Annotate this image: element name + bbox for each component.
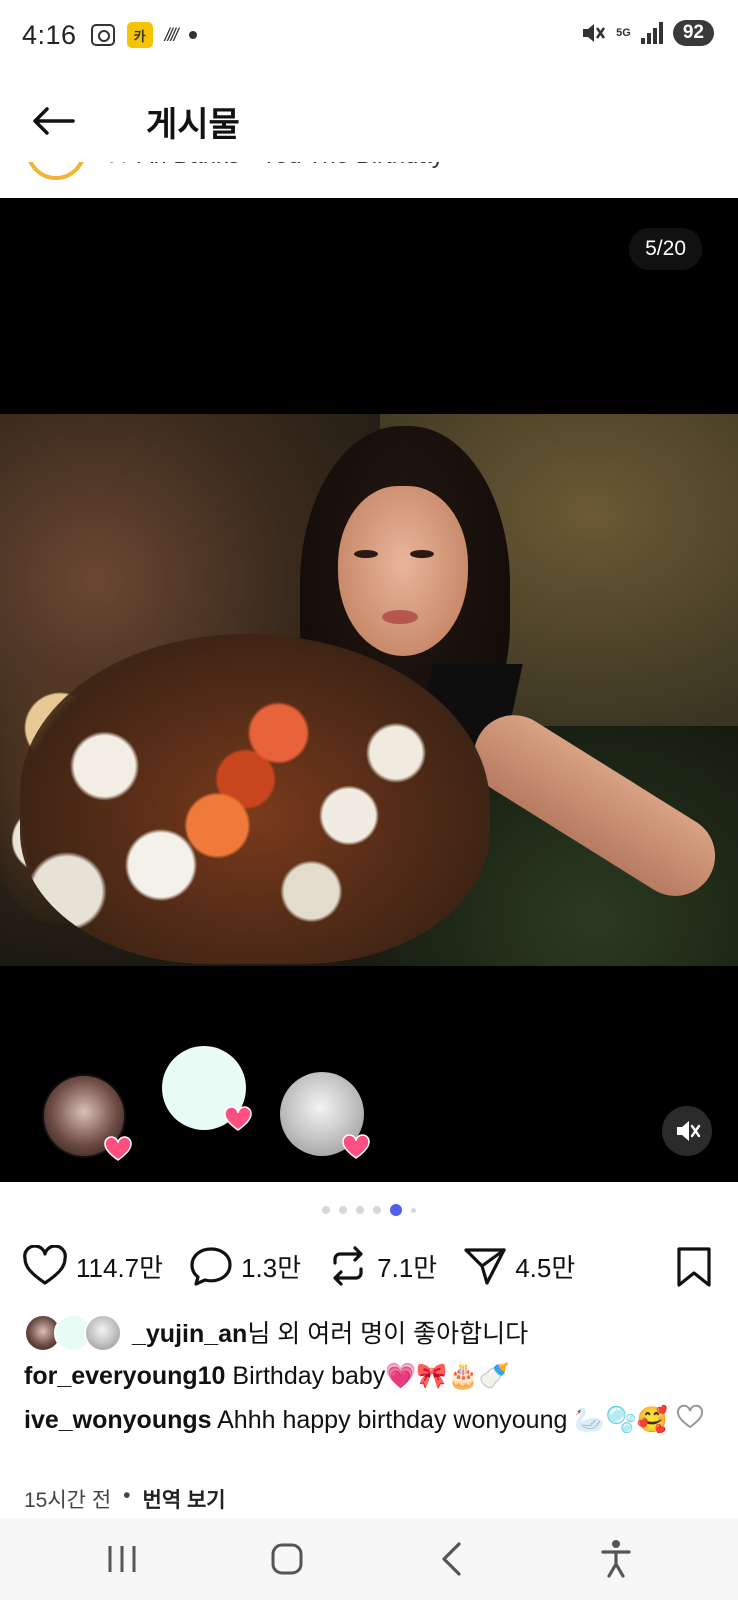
photo-eye-left (354, 550, 378, 558)
heart-outline-icon (23, 1245, 67, 1285)
comment-bubble-icon (190, 1247, 232, 1286)
app-notification-icon: 카 (126, 22, 153, 48)
mute-icon (583, 24, 606, 42)
system-nav-bar (0, 1518, 738, 1600)
accessibility-icon (601, 1540, 631, 1578)
like-count: 114.7만 (76, 1252, 164, 1283)
carousel-dots (0, 1202, 738, 1218)
liked-by-user[interactable]: _yujin_an (132, 1320, 247, 1348)
heart-badge-icon (104, 1136, 132, 1161)
liked-by-text: _yujin_an님 외 여러 명이 좋아합니다 (132, 1314, 528, 1350)
back-button[interactable] (8, 80, 98, 162)
recent-apps-button[interactable] (92, 1529, 152, 1589)
recent-apps-icon (108, 1546, 136, 1572)
comment-count: 1.3만 (241, 1252, 302, 1283)
comment-user[interactable]: for_everyoung10 (24, 1362, 225, 1390)
save-button[interactable] (676, 1246, 712, 1293)
comment-button[interactable]: 1.3만 (189, 1245, 301, 1287)
carousel-dot (322, 1206, 330, 1214)
repost-icon (333, 1246, 363, 1286)
post-media[interactable]: 5/20 (0, 198, 738, 1182)
meta-separator: • (123, 1484, 131, 1507)
volume-off-icon (677, 1121, 701, 1141)
share-button[interactable]: 4.5만 (463, 1245, 575, 1287)
chevron-left-icon (442, 1542, 461, 1576)
post-photo[interactable] (0, 414, 738, 966)
translate-link[interactable]: 번역 보기 (143, 1484, 226, 1514)
carousel-dot (373, 1206, 381, 1214)
liked-by-avatars (24, 1312, 124, 1352)
media-counter: 5/20 (629, 228, 702, 270)
carousel-dot (339, 1206, 347, 1214)
data-saver-icon: //// (164, 24, 179, 45)
home-icon (271, 1543, 303, 1575)
repost-button[interactable]: 7.1만 (327, 1245, 437, 1287)
like-button[interactable]: 114.7만 (22, 1245, 163, 1287)
status-bar: 4:16 카 //// 5G 92 (0, 0, 738, 70)
page-title: 게시물 (146, 105, 240, 144)
liked-by-row[interactable]: _yujin_an님 외 여러 명이 좋아합니다 (24, 1310, 528, 1354)
comment-item: ive_wonyoungs Ahhh happy birthday wonyou… (24, 1402, 674, 1438)
screenshot-icon (90, 24, 115, 46)
signal-icon (640, 22, 663, 44)
heart-badge-icon (342, 1134, 370, 1159)
send-icon (464, 1248, 506, 1285)
comment-like-icon[interactable] (676, 1404, 704, 1430)
status-left-icons: 카 //// (90, 22, 197, 48)
carousel-dot (356, 1206, 364, 1214)
photo-lips (382, 610, 418, 624)
comment-user[interactable]: ive_wonyoungs (24, 1406, 212, 1434)
photo-eye-right (410, 550, 434, 558)
system-back-button[interactable] (421, 1529, 481, 1589)
status-time: 4:16 (22, 19, 77, 50)
post-time: 15시간 전 (24, 1489, 112, 1512)
liked-by-suffix: 님 외 여러 명이 좋아합니다 (247, 1320, 529, 1348)
photo-face (338, 486, 468, 656)
home-button[interactable] (257, 1529, 317, 1589)
carousel-dot (411, 1207, 416, 1213)
heart-badge-icon (224, 1106, 252, 1131)
action-bar: 114.7만 1.3만 7.1만 4.5만 (0, 1236, 738, 1296)
arrow-left-icon (33, 107, 75, 135)
avatar (84, 1314, 122, 1352)
comment-item: for_everyoung10 Birthday baby💗🎀🎂🍼 (24, 1358, 674, 1394)
post-meta: 15시간 전 • 번역 보기 (24, 1484, 226, 1518)
share-count: 4.5만 (515, 1252, 576, 1283)
app-header: 게시물 (0, 80, 738, 162)
carousel-dot-active (390, 1204, 402, 1216)
bookmark-icon (677, 1247, 711, 1287)
mute-toggle-button[interactable] (662, 1106, 712, 1156)
tagged-avatars (0, 1038, 738, 1168)
status-right-icons: 5G 92 (580, 20, 714, 46)
battery-indicator: 92 (672, 20, 714, 46)
network-type: 5G (616, 26, 631, 39)
accessibility-button[interactable] (586, 1529, 646, 1589)
more-notifications-icon (188, 31, 197, 39)
comment-text: Birthday baby💗🎀🎂🍼 (232, 1362, 510, 1390)
repost-count: 7.1만 (377, 1252, 438, 1283)
comment-text: Ahhh happy birthday wonyoung 🦢🫧🥰 (217, 1406, 668, 1434)
